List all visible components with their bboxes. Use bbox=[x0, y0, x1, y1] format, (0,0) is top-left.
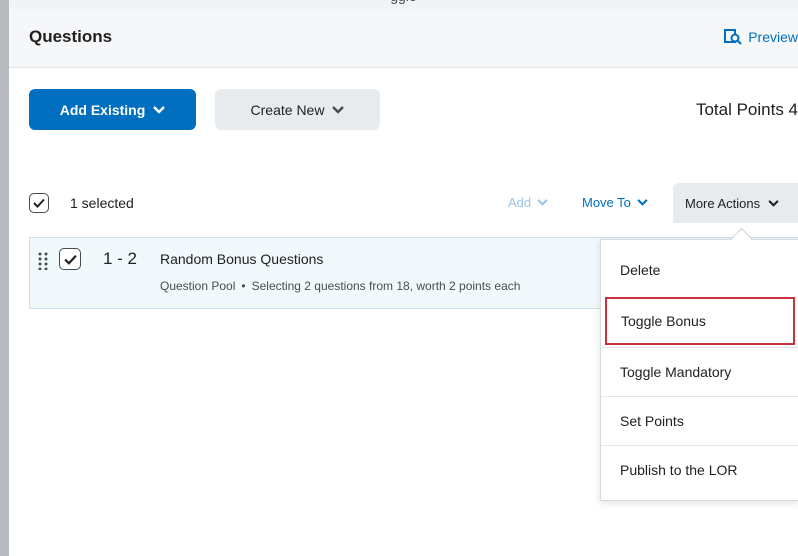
more-actions-label: More Actions bbox=[685, 195, 761, 211]
menu-item-set-points[interactable]: Set Points bbox=[601, 396, 798, 444]
preview-label: Preview bbox=[748, 29, 798, 45]
checkmark-icon bbox=[63, 254, 77, 265]
menu-item-label: Toggle Bonus bbox=[621, 313, 706, 329]
question-checkbox[interactable] bbox=[59, 248, 81, 270]
question-description: Selecting 2 questions from 18, worth 2 p… bbox=[251, 279, 521, 293]
create-new-button[interactable]: Create New bbox=[215, 89, 380, 130]
window-top-bar: ggle bbox=[9, 0, 798, 9]
question-title[interactable]: Random Bonus Questions bbox=[160, 251, 323, 267]
chevron-down-icon bbox=[637, 199, 648, 206]
questions-panel: Questions Preview Add Existing Create Ne… bbox=[9, 9, 798, 556]
menu-item-publish-lor[interactable]: Publish to the LOR bbox=[601, 445, 798, 493]
menu-item-toggle-mandatory[interactable]: Toggle Mandatory bbox=[601, 347, 798, 395]
move-to-dropdown[interactable]: Move To bbox=[582, 195, 648, 210]
chevron-down-icon bbox=[768, 199, 779, 207]
chevron-down-icon bbox=[537, 199, 548, 206]
question-range: 1 - 2 bbox=[103, 249, 138, 268]
checkmark-icon bbox=[33, 198, 45, 208]
drag-handle-icon[interactable] bbox=[38, 252, 48, 270]
menu-item-label: Toggle Mandatory bbox=[620, 363, 732, 380]
page-title: Questions bbox=[29, 27, 113, 46]
menu-item-label: Set Points bbox=[620, 412, 684, 429]
total-points: Total Points 4 bbox=[695, 100, 798, 119]
add-existing-button[interactable]: Add Existing bbox=[29, 89, 196, 130]
top-partial-text: ggle bbox=[9, 0, 798, 4]
add-dropdown[interactable]: Add bbox=[508, 195, 548, 210]
create-new-label: Create New bbox=[250, 101, 325, 118]
questions-header: Questions Preview bbox=[9, 9, 798, 68]
selected-count: 1 selected bbox=[70, 195, 134, 211]
question-type: Question Pool bbox=[160, 279, 236, 293]
question-meta: Question Pool • Selecting 2 questions from… bbox=[160, 279, 520, 293]
move-to-label: Move To bbox=[582, 195, 631, 210]
add-label: Add bbox=[508, 195, 532, 210]
more-actions-menu: Delete Toggle Bonus Toggle Mandatory Set… bbox=[600, 239, 798, 501]
preview-icon bbox=[724, 29, 742, 45]
menu-item-toggle-bonus[interactable]: Toggle Bonus bbox=[605, 297, 795, 345]
select-all-checkbox[interactable] bbox=[29, 193, 49, 213]
menu-item-delete[interactable]: Delete bbox=[601, 246, 798, 294]
chevron-down-icon bbox=[153, 105, 166, 114]
window-left-border bbox=[0, 0, 9, 556]
meta-bullet: • bbox=[241, 279, 246, 293]
menu-item-label: Delete bbox=[620, 262, 661, 278]
more-actions-dropdown[interactable]: More Actions bbox=[673, 183, 798, 223]
menu-item-label: Publish to the LOR bbox=[620, 461, 738, 478]
add-existing-label: Add Existing bbox=[59, 101, 146, 118]
chevron-down-icon bbox=[332, 105, 345, 114]
preview-button[interactable]: Preview bbox=[724, 29, 798, 45]
